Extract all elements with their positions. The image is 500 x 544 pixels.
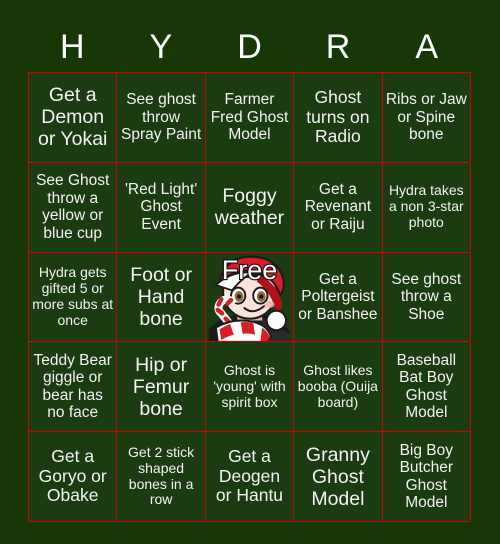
bingo-cell-label: 'Red Light' Ghost Event [124, 180, 198, 233]
bingo-cell-label: Get a Goryo or Obake [38, 445, 107, 506]
bingo-cell-label: Farmer Fred Ghost Model [210, 91, 289, 144]
header-letter-4: A [415, 28, 439, 66]
bingo-cell-r5c5[interactable]: Big Boy Butcher Ghost Model [382, 432, 471, 522]
bingo-cell-label: Get 2 stick shaped bones in a row [128, 443, 195, 508]
bingo-cell-label: Baseball Bat Boy Ghost Model [396, 351, 457, 422]
bingo-cell-r1c2[interactable]: See ghost throw Spray Paint [117, 73, 206, 163]
bingo-cell-r2c1[interactable]: See Ghost throw a yellow or blue cup [29, 162, 118, 253]
bingo-cell-r1c5[interactable]: Ribs or Jaw or Spine bone [382, 73, 471, 163]
bingo-cell-r4c5[interactable]: Baseball Bat Boy Ghost Model [382, 342, 471, 433]
bingo-cell-label: See Ghost throw a yellow or blue cup [36, 172, 110, 242]
bingo-cell-r5c2[interactable]: Get 2 stick shaped bones in a row [117, 432, 206, 522]
bingo-grid: Get a Demon or Yokai See ghost throw Spr… [28, 72, 471, 522]
bingo-cell-r3c5[interactable]: See ghost throw a Shoe [382, 252, 471, 343]
header-letter-0: H [60, 28, 85, 66]
bingo-cell-label: Foot or Hand bone [130, 263, 192, 330]
header-letter-3: R [325, 28, 351, 66]
bingo-cell-r2c3[interactable]: Foggy weather [205, 162, 295, 253]
bingo-cell-r2c5[interactable]: Hydra takes a non 3-star photo [382, 162, 471, 253]
bingo-cell-r1c4[interactable]: Ghost turns on Radio [294, 73, 383, 163]
bingo-cell-label: Ribs or Jaw or Spine bone [385, 91, 467, 144]
bingo-cell-label: Granny Ghost Model [305, 443, 370, 510]
bingo-cell-label: See ghost throw a Shoe [391, 270, 462, 323]
bingo-cell-r5c1[interactable]: Get a Goryo or Obake [29, 432, 118, 522]
bingo-cell-r5c3[interactable]: Get a Deogen or Hantu [205, 432, 295, 522]
bingo-cell-label: Foggy weather [214, 185, 285, 230]
bingo-cell-label: Ghost turns on Radio [306, 86, 370, 147]
header-letter-2: D [237, 28, 262, 66]
bingo-cell-free[interactable]: Free [205, 252, 295, 343]
bingo-cell-r4c4[interactable]: Ghost likes booba (Ouija board) [294, 342, 383, 433]
bingo-cell-label: Get a Revenant or Raiju [304, 180, 372, 233]
bingo-card: H Y D R A Get a Demon or Yokai See ghost… [0, 0, 500, 544]
bingo-cell-r4c3[interactable]: Ghost is 'young' with spirit box [205, 342, 295, 433]
bingo-header: H Y D R A [28, 22, 471, 72]
bingo-cell-r3c2[interactable]: Foot or Hand bone [117, 252, 206, 343]
bingo-cell-label: See ghost throw Spray Paint [121, 91, 202, 144]
bingo-cell-label: Get a Poltergeist or Banshee [298, 270, 378, 323]
bingo-cell-r4c2[interactable]: Hip or Femur bone [117, 342, 206, 433]
bingo-cell-r3c1[interactable]: Hydra gets gifted 5 or more subs at once [29, 252, 118, 343]
bingo-cell-r3c4[interactable]: Get a Poltergeist or Banshee [294, 252, 383, 343]
bingo-cell-r2c2[interactable]: 'Red Light' Ghost Event [117, 162, 206, 253]
bingo-cell-r1c3[interactable]: Farmer Fred Ghost Model [205, 73, 295, 163]
bingo-cell-r2c4[interactable]: Get a Revenant or Raiju [294, 162, 383, 253]
free-space-label: Free [221, 254, 279, 285]
bingo-cell-label: Get a Demon or Yokai [37, 84, 108, 151]
bingo-cell-label: Teddy Bear giggle or bear has no face [33, 351, 112, 422]
bingo-cell-label: Get a Deogen or Hantu [215, 445, 284, 506]
header-letter-1: Y [149, 28, 173, 66]
bingo-cell-label: Hydra gets gifted 5 or more subs at once [32, 264, 114, 328]
bingo-cell-r4c1[interactable]: Teddy Bear giggle or bear has no face [29, 342, 118, 433]
bingo-cell-label: Ghost is 'young' with spirit box [213, 362, 286, 410]
bingo-cell-label: Ghost likes booba (Ouija board) [297, 362, 378, 410]
bingo-cell-label: Hydra takes a non 3-star photo [388, 182, 464, 231]
bingo-cell-label: Hip or Femur bone [132, 353, 190, 420]
bingo-cell-label: Big Boy Butcher Ghost Model [399, 441, 453, 512]
bingo-cell-r5c4[interactable]: Granny Ghost Model [294, 432, 383, 522]
bingo-cell-r1c1[interactable]: Get a Demon or Yokai [29, 73, 118, 163]
